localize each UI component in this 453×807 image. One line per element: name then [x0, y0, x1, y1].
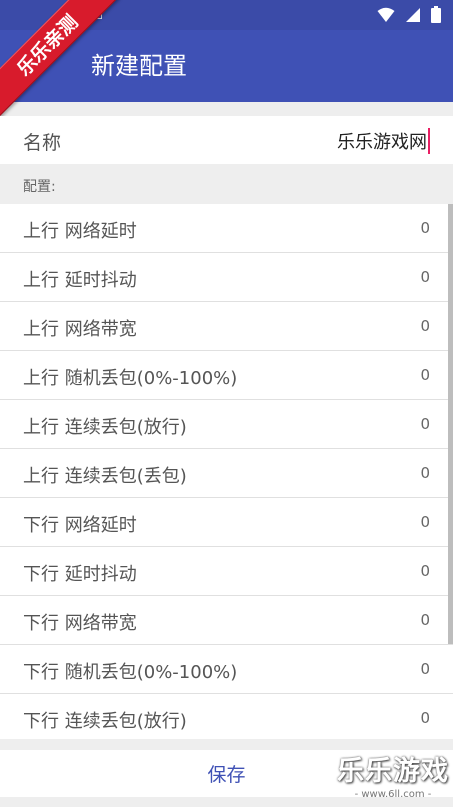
item-label: 上行 连续丢包(放行)	[23, 417, 187, 438]
item-value: 0	[420, 415, 430, 433]
item-label: 上行 延时抖动	[23, 270, 137, 291]
item-label: 下行 随机丢包(0%-100%)	[23, 662, 238, 683]
item-label: 下行 延时抖动	[23, 564, 137, 585]
list-item[interactable]: 上行 延时抖动 0	[0, 253, 453, 302]
list-item[interactable]: 上行 连续丢包(放行) 0	[0, 400, 453, 449]
item-value: 0	[420, 709, 430, 727]
item-value: 0	[420, 513, 430, 531]
keyboard-icon	[88, 9, 102, 19]
battery-icon	[431, 6, 441, 23]
name-input[interactable]: 乐乐游戏网	[337, 128, 430, 154]
list-item[interactable]: 上行 网络带宽 0	[0, 302, 453, 351]
config-section-label: 配置:	[23, 179, 56, 195]
app-bar: 新建配置	[0, 30, 453, 102]
save-bar: 保存	[0, 750, 453, 797]
item-label: 上行 网络带宽	[23, 319, 137, 340]
item-value: 0	[420, 464, 430, 482]
item-value: 0	[420, 219, 430, 237]
item-label: 下行 网络带宽	[23, 613, 137, 634]
list-item[interactable]: 下行 连续丢包(放行) 0	[0, 694, 453, 739]
list-scrollbar[interactable]	[448, 204, 453, 644]
item-value: 0	[420, 611, 430, 629]
config-list: 上行 网络延时 0 上行 延时抖动 0 上行 网络带宽 0 上行 随机丢包(0%…	[0, 204, 453, 739]
page-title: 新建配置	[91, 52, 187, 80]
item-value: 0	[420, 366, 430, 384]
save-button[interactable]: 保存	[0, 750, 453, 797]
item-label: 上行 随机丢包(0%-100%)	[23, 368, 238, 389]
status-bar	[0, 0, 453, 30]
signal-icon	[406, 7, 420, 22]
arrow-back-icon[interactable]	[18, 54, 44, 80]
config-section-header: 配置:	[0, 164, 453, 204]
item-value: 0	[420, 268, 430, 286]
item-value: 0	[420, 317, 430, 335]
item-value: 0	[420, 562, 430, 580]
item-label: 上行 网络延时	[23, 221, 137, 242]
item-value: 0	[420, 660, 430, 678]
list-item[interactable]: 下行 网络延时 0	[0, 498, 453, 547]
list-item[interactable]: 上行 随机丢包(0%-100%) 0	[0, 351, 453, 400]
list-item[interactable]: 上行 网络延时 0	[0, 204, 453, 253]
list-item[interactable]: 下行 网络带宽 0	[0, 596, 453, 645]
item-label: 上行 连续丢包(丢包)	[23, 466, 187, 487]
list-item[interactable]: 上行 连续丢包(丢包) 0	[0, 449, 453, 498]
item-label: 下行 连续丢包(放行)	[23, 711, 187, 732]
item-label: 下行 网络延时	[23, 515, 137, 536]
list-item[interactable]: 下行 延时抖动 0	[0, 547, 453, 596]
name-label: 名称	[23, 132, 62, 154]
name-field-row[interactable]: 名称 乐乐游戏网	[0, 116, 453, 164]
wifi-icon	[377, 7, 395, 22]
list-item[interactable]: 下行 随机丢包(0%-100%) 0	[0, 645, 453, 694]
